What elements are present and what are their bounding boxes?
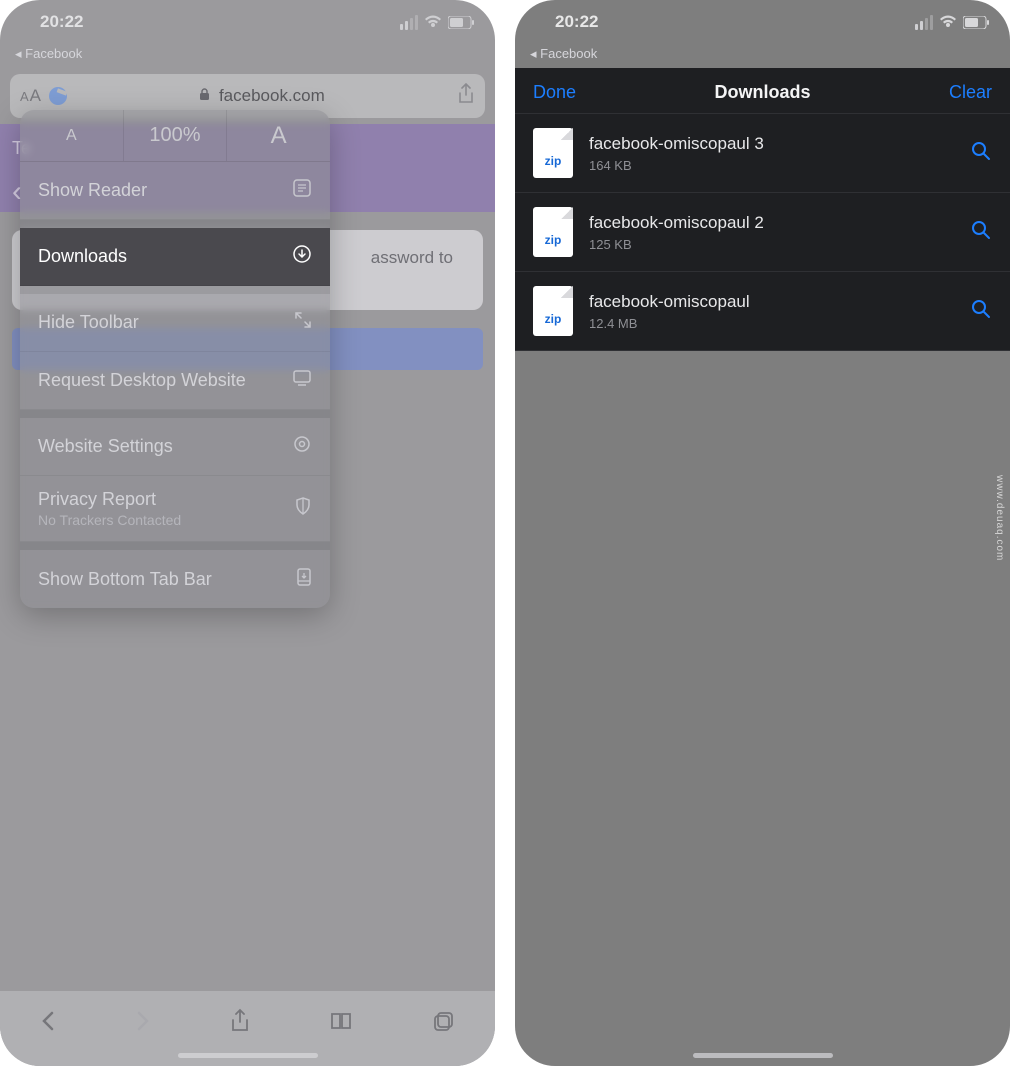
app-breadcrumb[interactable]: ◂ Facebook xyxy=(0,44,495,68)
zip-file-icon: zip xyxy=(533,286,573,336)
app-breadcrumb[interactable]: ◂ Facebook xyxy=(515,44,1010,68)
card-text: assword to xyxy=(371,248,453,268)
download-row[interactable]: zip facebook-omiscopaul 12.4 MB xyxy=(515,272,1010,351)
menu-website-settings[interactable]: Website Settings xyxy=(20,418,330,476)
download-icon xyxy=(292,244,312,269)
share-icon[interactable] xyxy=(457,83,475,110)
downloads-title: Downloads xyxy=(715,82,811,103)
menu-request-desktop[interactable]: Request Desktop Website xyxy=(20,352,330,410)
battery-icon xyxy=(448,16,475,29)
share-button[interactable] xyxy=(230,1008,250,1039)
downloads-list: zip facebook-omiscopaul 3 164 KB zip fac… xyxy=(515,114,1010,351)
downloads-header: Done Downloads Clear xyxy=(515,68,1010,113)
download-name: facebook-omiscopaul 3 xyxy=(589,134,954,154)
download-size: 125 KB xyxy=(589,237,954,252)
battery-icon xyxy=(963,16,990,29)
home-indicator[interactable] xyxy=(178,1053,318,1058)
download-name: facebook-omiscopaul 2 xyxy=(589,213,954,233)
download-row[interactable]: zip facebook-omiscopaul 3 164 KB xyxy=(515,114,1010,193)
zip-file-icon: zip xyxy=(533,128,573,178)
tabs-button[interactable] xyxy=(432,1010,456,1037)
dock-icon xyxy=(296,567,312,592)
zoom-controls: A 100% A xyxy=(20,110,330,162)
reveal-in-files-icon[interactable] xyxy=(970,140,992,167)
download-name: facebook-omiscopaul xyxy=(589,292,954,312)
menu-privacy-report[interactable]: Privacy Report No Trackers Contacted xyxy=(20,476,330,542)
aa-menu: A 100% A Show Reader Downloads Hide Tool… xyxy=(20,110,330,608)
reader-icon xyxy=(292,178,312,203)
clear-button[interactable]: Clear xyxy=(949,82,992,103)
menu-show-reader[interactable]: Show Reader xyxy=(20,162,330,220)
aa-button[interactable]: AA xyxy=(20,86,41,106)
clock-time: 20:22 xyxy=(555,12,598,32)
wifi-icon xyxy=(939,15,957,29)
watermark: www.deuaq.com xyxy=(994,475,1005,561)
lock-icon xyxy=(199,86,210,106)
shield-icon xyxy=(294,496,312,521)
zoom-level[interactable]: 100% xyxy=(124,110,228,161)
reveal-in-files-icon[interactable] xyxy=(970,298,992,325)
menu-hide-toolbar[interactable]: Hide Toolbar xyxy=(20,294,330,352)
back-button[interactable] xyxy=(40,1010,56,1037)
cellular-signal-icon xyxy=(915,15,933,30)
menu-show-bottom-tab-bar[interactable]: Show Bottom Tab Bar xyxy=(20,550,330,608)
download-row[interactable]: zip facebook-omiscopaul 2 125 KB xyxy=(515,193,1010,272)
clock-time: 20:22 xyxy=(40,12,83,32)
phone-screenshot-right: 20:22 ◂ Facebook Done Downloads Clear zi… xyxy=(515,0,1010,1066)
download-size: 12.4 MB xyxy=(589,316,954,331)
menu-downloads[interactable]: Downloads xyxy=(20,228,330,286)
reveal-in-files-icon[interactable] xyxy=(970,219,992,246)
bookmarks-button[interactable] xyxy=(329,1010,353,1037)
home-indicator[interactable] xyxy=(693,1053,833,1058)
gear-icon xyxy=(292,434,312,459)
status-bar: 20:22 xyxy=(0,0,495,44)
downloads-panel: Done Downloads Clear zip facebook-omisco… xyxy=(515,68,1010,351)
zoom-out-button[interactable]: A xyxy=(20,110,124,161)
monitor-icon xyxy=(292,369,312,392)
wifi-icon xyxy=(424,15,442,29)
forward-button[interactable] xyxy=(135,1010,151,1037)
zoom-in-button[interactable]: A xyxy=(227,110,330,161)
url-text[interactable]: facebook.com xyxy=(67,86,457,106)
done-button[interactable]: Done xyxy=(533,82,576,103)
expand-icon xyxy=(294,311,312,334)
download-size: 164 KB xyxy=(589,158,954,173)
zip-file-icon: zip xyxy=(533,207,573,257)
status-bar: 20:22 xyxy=(515,0,1010,44)
stop-reload-icon[interactable] xyxy=(49,87,67,105)
phone-screenshot-left: 20:22 ◂ Facebook AA facebook.com Te xyxy=(0,0,495,1066)
cellular-signal-icon xyxy=(400,15,418,30)
